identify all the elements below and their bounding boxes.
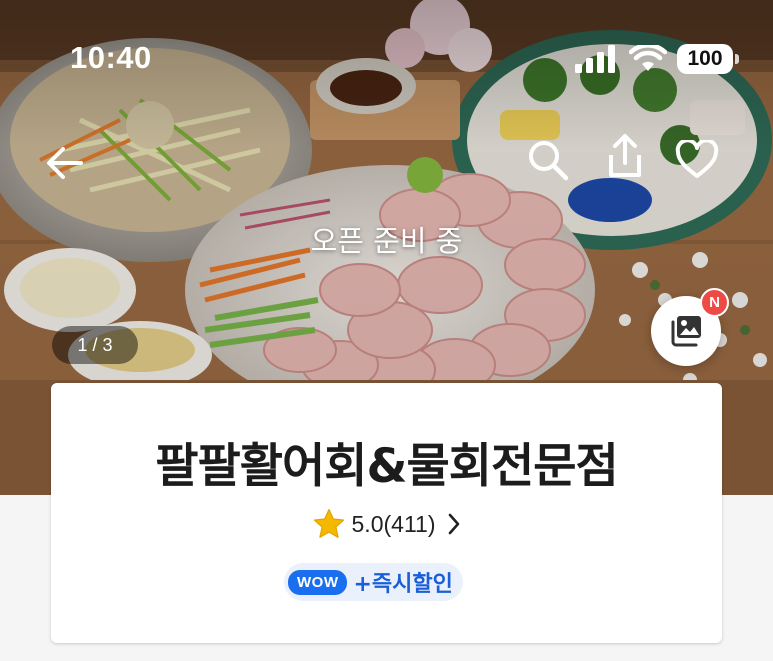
wow-badge: WOW xyxy=(288,569,348,595)
signal-icon xyxy=(575,45,615,73)
image-page-counter: 1 / 3 xyxy=(52,326,138,364)
search-icon xyxy=(529,141,569,181)
search-button[interactable] xyxy=(525,137,571,183)
like-button[interactable] xyxy=(674,137,720,183)
back-arrow-icon xyxy=(47,147,83,179)
status-icons: 100 xyxy=(575,44,739,74)
new-badge: N xyxy=(700,288,729,317)
store-name: 팔팔활어회&물회전문점 xyxy=(155,439,618,494)
star-icon xyxy=(313,508,344,538)
wifi-icon xyxy=(629,45,667,71)
heart-icon xyxy=(675,140,719,178)
gallery-icon xyxy=(671,316,701,347)
share-button[interactable] xyxy=(602,133,648,179)
share-icon xyxy=(609,134,641,177)
back-button[interactable] xyxy=(42,140,88,186)
chevron-right-icon xyxy=(449,513,460,535)
instant-discount-text: +즉시할인 xyxy=(353,572,453,597)
store-info-card: 팔팔활어회&물회전문점 5.0(411) WOW +즉시할인 xyxy=(51,383,722,643)
status-time: 10:40 xyxy=(70,40,152,75)
open-status-text: 오픈 준비 중 xyxy=(310,224,463,258)
battery-indicator: 100 xyxy=(677,44,739,74)
instant-discount-badge: WOW +즉시할인 xyxy=(284,563,463,601)
rating-value: 5.0(411) xyxy=(351,510,436,537)
rating-link[interactable]: 5.0(411) xyxy=(51,508,722,540)
